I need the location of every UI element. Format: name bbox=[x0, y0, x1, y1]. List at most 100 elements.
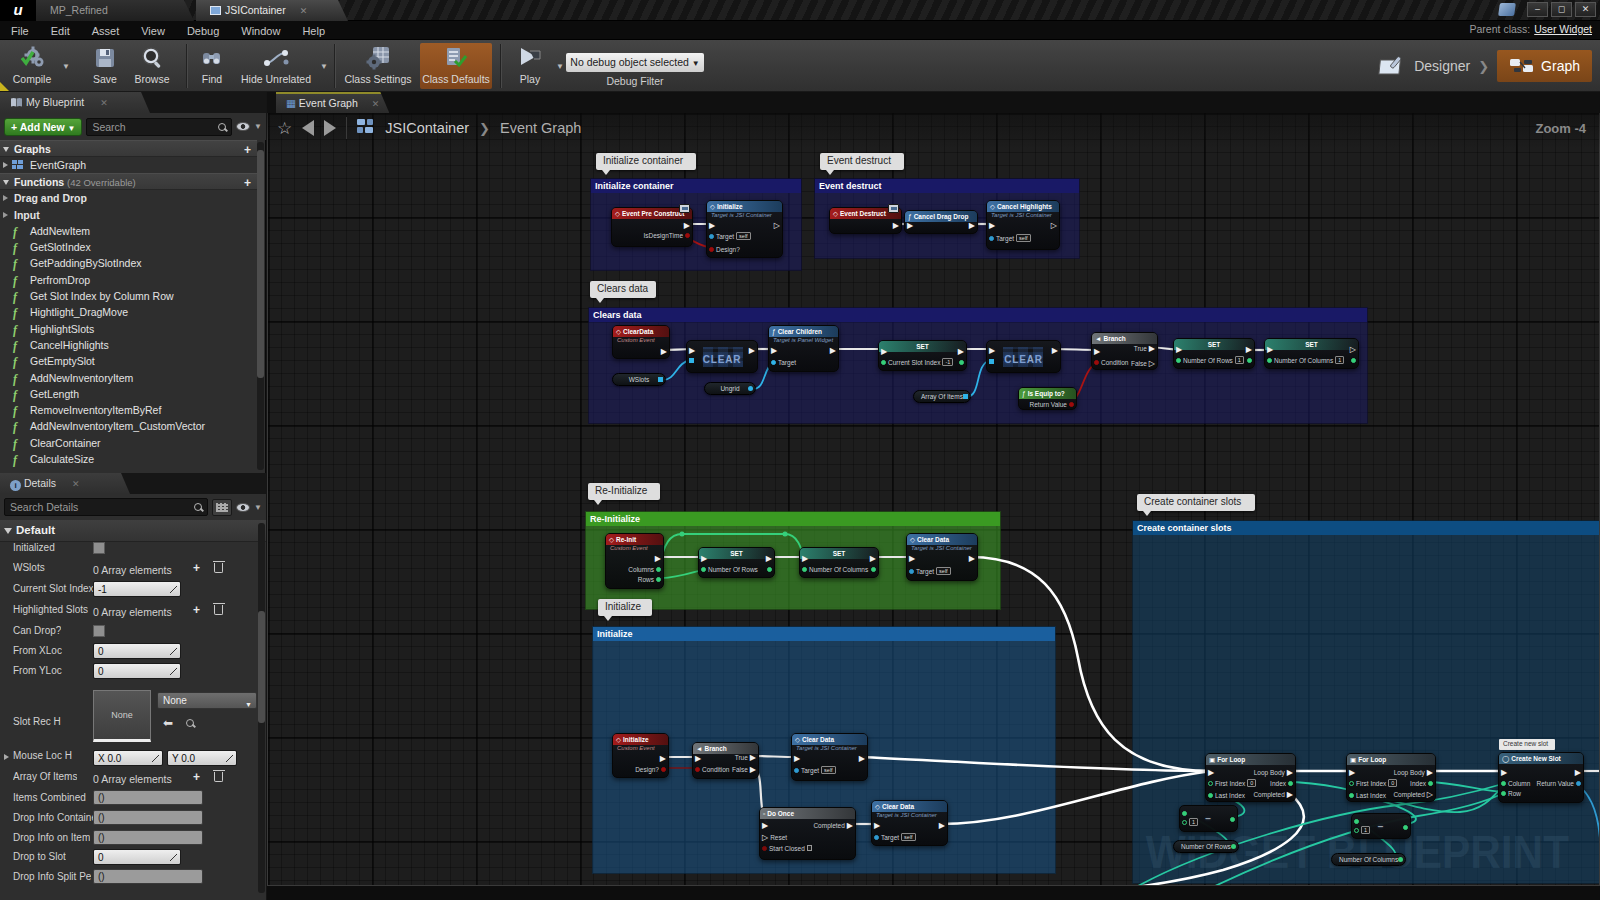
set-number-of-rows-1[interactable]: SET▶Number Of Rows1▶ bbox=[1173, 338, 1255, 369]
clear-data-reinit[interactable]: ◇Clear DataTarget is JSI Container▶Targe… bbox=[906, 533, 978, 581]
my-blueprint-close-icon[interactable]: ✕ bbox=[100, 98, 108, 108]
add-graph-icon[interactable]: + bbox=[244, 142, 251, 158]
struct-input[interactable]: () bbox=[93, 869, 203, 884]
event-pre-construct[interactable]: ◇Event Pre Construct▶IsDesignTime bbox=[611, 207, 693, 247]
function-highlightslots[interactable]: fHighlightSlots bbox=[0, 321, 257, 337]
clear-array-1[interactable]: CLEAR▶▶ bbox=[686, 340, 758, 373]
event-destruct-node[interactable]: ◇Event Destruct▶ bbox=[829, 207, 902, 234]
is-equip-to[interactable]: ƒIs Equip to?Return Value bbox=[1018, 387, 1077, 410]
details-search-input[interactable]: Search Details bbox=[4, 498, 208, 516]
graph-button[interactable]: Graph bbox=[1497, 50, 1592, 82]
branch-2[interactable]: ◄Branch▶ConditionTrue▶False▶ bbox=[692, 742, 759, 779]
initialize-node[interactable]: ◇InitializeTarget is JSI Container▶Targe… bbox=[706, 200, 783, 258]
menu-help[interactable]: Help bbox=[291, 22, 336, 41]
number-input[interactable]: 0 bbox=[93, 663, 181, 679]
ungrid-pill[interactable]: Ungrid bbox=[704, 382, 756, 395]
function-addnewinventoryitem-customvector[interactable]: fAddNewInventoryItem_CustomVector bbox=[0, 418, 257, 434]
maximize-button[interactable]: ◻ bbox=[1551, 2, 1572, 17]
create-new-slot[interactable]: ◯Create New Slot▶ColumnRow▶Return Value bbox=[1498, 752, 1584, 803]
add-function-icon[interactable]: + bbox=[244, 175, 251, 191]
x-input[interactable]: X 0.0 bbox=[93, 750, 163, 766]
number-input[interactable]: 0 bbox=[93, 849, 181, 865]
category-input[interactable]: Input bbox=[0, 207, 257, 223]
asset-dropdown[interactable]: None▼ bbox=[157, 692, 257, 709]
subtract-2[interactable]: −1 bbox=[1351, 813, 1411, 839]
set-current-slot-index[interactable]: SET▶Current Slot Index-1▶ bbox=[878, 340, 967, 371]
add-new-button[interactable]: + Add New ▼ bbox=[4, 118, 82, 136]
category-drag-and-drop[interactable]: Drag and Drop bbox=[0, 190, 257, 206]
details-scrollbar[interactable] bbox=[258, 611, 265, 723]
set-number-of-columns-1[interactable]: SET▶Number Of Columns1▷ bbox=[1264, 338, 1359, 369]
trash-icon[interactable] bbox=[214, 605, 223, 615]
menu-file[interactable]: File bbox=[0, 22, 40, 41]
function-calculatesize[interactable]: fCalculateSize bbox=[0, 451, 257, 467]
cancel-highlights[interactable]: ◇Cancel HighlightsTarget is JSI Containe… bbox=[986, 200, 1060, 250]
eye-dropdown-icon[interactable]: ▼ bbox=[254, 122, 262, 131]
add-element-icon[interactable]: + bbox=[193, 602, 200, 618]
functions-section-header[interactable]: Functions (42 Overridable)+ bbox=[0, 173, 257, 190]
default-section-header[interactable]: Default bbox=[0, 520, 266, 542]
hide-unrelated-dropdown-icon[interactable]: ▼ bbox=[320, 62, 328, 71]
menu-debug[interactable]: Debug bbox=[176, 22, 230, 41]
find-button[interactable]: Find bbox=[192, 43, 232, 89]
save-button[interactable]: Save bbox=[86, 43, 124, 89]
compile-dropdown-icon[interactable]: ▼ bbox=[62, 62, 70, 71]
browse-button[interactable]: Browse bbox=[128, 43, 176, 89]
play-button[interactable]: Play bbox=[508, 43, 552, 89]
array-of-items-pill[interactable]: Array Of Items bbox=[913, 390, 971, 403]
set-number-of-columns-2[interactable]: SET▶Number Of Columns▶ bbox=[799, 547, 879, 578]
minimize-button[interactable]: – bbox=[1527, 2, 1548, 17]
details-tab[interactable]: i Details✕ bbox=[0, 473, 130, 494]
y-input[interactable]: Y 0.0 bbox=[167, 750, 237, 766]
do-once[interactable]: ▫Do Once▶▷ResetStart ClosedCompleted▶ bbox=[759, 807, 856, 860]
class-defaults-button[interactable]: Class Defaults bbox=[420, 43, 492, 89]
debug-object-dropdown[interactable]: No debug object selected ▼ bbox=[566, 53, 704, 72]
event-graph-tab[interactable]: ▦ Event Graph✕ bbox=[276, 92, 389, 113]
function-getlength[interactable]: fGetLength bbox=[0, 386, 257, 402]
wslots-pill[interactable]: WSlots bbox=[612, 373, 666, 386]
function-getslotindex[interactable]: fGetSlotIndex bbox=[0, 239, 257, 255]
for-loop-2[interactable]: ▣For Loop▶First Index0Last IndexLoop Bod… bbox=[1346, 753, 1436, 802]
function-cancelhighlights[interactable]: fCancelHighlights bbox=[0, 337, 257, 353]
event-graph-tab-close-icon[interactable]: ✕ bbox=[372, 99, 380, 109]
clear-data-init-1[interactable]: ◇Clear DataTarget is JSI Container▶Targe… bbox=[791, 733, 868, 781]
breadcrumb-current[interactable]: Event Graph bbox=[500, 120, 581, 136]
graph-canvas[interactable]: WIDGET BLUEPRINTInitialize containerInit… bbox=[267, 113, 1600, 886]
designer-button[interactable]: Designer bbox=[1378, 54, 1470, 78]
visibility-eye-icon[interactable] bbox=[236, 122, 250, 131]
browse-asset-icon[interactable] bbox=[185, 718, 195, 728]
details-eye-icon[interactable] bbox=[236, 503, 250, 512]
use-selected-icon[interactable]: ⬅ bbox=[163, 716, 173, 730]
initialize-event[interactable]: ◇InitializeCustom Event▶Design? bbox=[612, 733, 669, 778]
nav-back-icon[interactable] bbox=[302, 120, 314, 136]
asset-thumbnail[interactable]: None bbox=[93, 690, 151, 742]
checkbox[interactable] bbox=[93, 542, 105, 554]
blueprint-search-input[interactable]: Search bbox=[86, 118, 232, 136]
clear-children[interactable]: ƒClear ChildrenTarget is Panel Widget▶Ta… bbox=[768, 325, 839, 372]
nav-forward-icon[interactable] bbox=[324, 120, 336, 136]
number-of-columns-pill[interactable]: Number Of Columns bbox=[1331, 853, 1406, 866]
function-clearcontainer[interactable]: fClearContainer bbox=[0, 435, 257, 451]
my-blueprint-tab[interactable]: My Blueprint✕ bbox=[0, 92, 150, 113]
favorite-star-icon[interactable]: ☆ bbox=[277, 118, 292, 139]
play-dropdown-icon[interactable]: ▼ bbox=[556, 62, 564, 71]
tab-close-icon[interactable]: ✕ bbox=[300, 6, 308, 16]
app-tab-mp-refined[interactable]: MP_Refined bbox=[36, 0, 194, 21]
function-removeinventoryitembyref[interactable]: fRemoveInventoryItemByRef bbox=[0, 402, 257, 418]
trash-icon[interactable] bbox=[214, 772, 223, 782]
number-of-rows-pill[interactable]: Number Of Rows bbox=[1173, 840, 1239, 853]
function-addnewitem[interactable]: fAddNewItem bbox=[0, 223, 257, 239]
trash-icon[interactable] bbox=[214, 563, 223, 573]
clear-data-init-2[interactable]: ◇Clear DataTarget is JSI Container▶Targe… bbox=[871, 800, 948, 846]
cleardata-event[interactable]: ◇ClearDataCustom Event▶ bbox=[612, 325, 670, 359]
struct-input[interactable]: () bbox=[93, 810, 203, 825]
struct-input[interactable]: () bbox=[93, 830, 203, 845]
number-input[interactable]: -1 bbox=[93, 581, 181, 597]
checkbox[interactable] bbox=[93, 625, 105, 637]
app-tab-jsicontainer[interactable]: JSIContainer✕ bbox=[196, 0, 348, 21]
menu-view[interactable]: View bbox=[130, 22, 176, 41]
function-getpaddingbyslotindex[interactable]: fGetPaddingBySlotIndex bbox=[0, 255, 257, 271]
menu-window[interactable]: Window bbox=[230, 22, 291, 41]
cancel-drag-drop[interactable]: ƒCancel Drag Drop▶▶ bbox=[904, 210, 978, 234]
graph-item-eventgraph[interactable]: EventGraph bbox=[0, 157, 257, 173]
